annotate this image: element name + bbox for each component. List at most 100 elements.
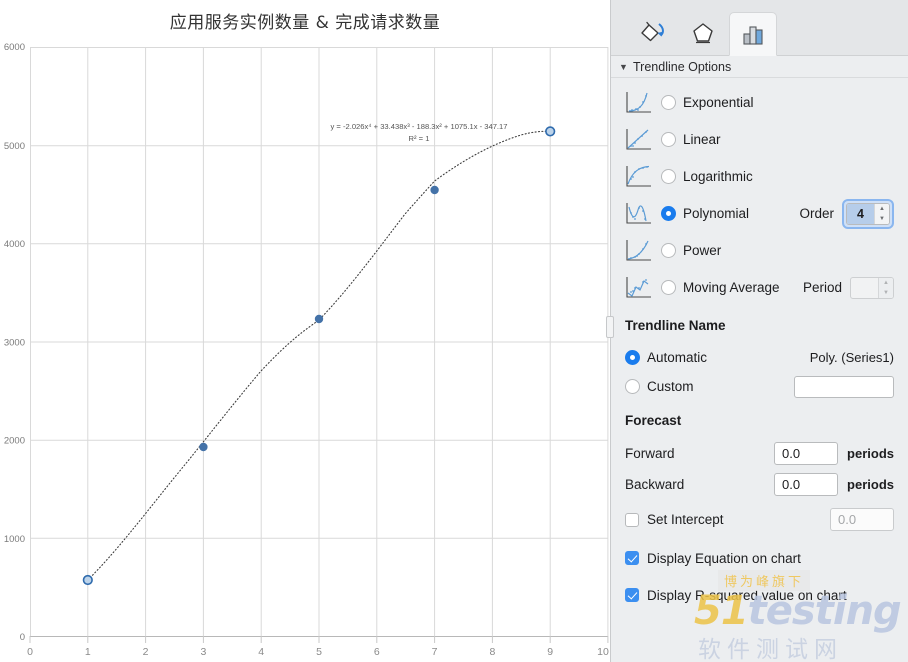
stepper-up-icon[interactable]: ▲: [883, 280, 889, 286]
radio-power[interactable]: [661, 243, 676, 258]
tab-effects[interactable]: [679, 11, 727, 55]
section-title: Trendline Options: [633, 59, 732, 74]
label-power: Power: [683, 243, 722, 258]
set-intercept-row: Set Intercept 0.0: [625, 504, 894, 535]
y-tick-label: 0: [20, 632, 25, 643]
set-intercept-label: Set Intercept: [647, 512, 724, 527]
display-rsquared-label: Display R-squared value on chart: [647, 587, 847, 603]
period-value[interactable]: [851, 278, 878, 298]
set-intercept-input[interactable]: 0.0: [830, 508, 894, 531]
moving-average-thumb-icon: [626, 277, 651, 298]
x-tick-label: 7: [432, 646, 438, 658]
radio-name-automatic[interactable]: [625, 350, 640, 365]
trendline-equation-label: y = -2.026x⁴ + 33.438x³ - 188.3x² + 1075…: [331, 122, 508, 131]
display-rsquared-row[interactable]: Display R-squared value on chart: [625, 580, 894, 610]
data-point: [430, 185, 439, 195]
linear-thumb-icon: [626, 129, 651, 150]
x-tick-label: 2: [143, 646, 149, 658]
checkbox-display-rsquared[interactable]: [625, 588, 639, 602]
trendline-option-power[interactable]: Power: [625, 232, 894, 269]
y-tick-label: 5000: [4, 141, 25, 152]
x-tick-label: 8: [489, 646, 495, 658]
trendline-option-linear[interactable]: Linear: [625, 121, 894, 158]
label-name-automatic: Automatic: [647, 350, 708, 365]
label-logarithmic: Logarithmic: [683, 169, 753, 184]
stepper-down-icon[interactable]: ▼: [879, 216, 885, 222]
radio-exponential[interactable]: [661, 95, 676, 110]
label-name-custom: Custom: [647, 379, 694, 394]
radio-logarithmic[interactable]: [661, 169, 676, 184]
forecast-title: Forecast: [625, 413, 682, 428]
data-point: [314, 314, 324, 324]
y-tick-label: 3000: [4, 338, 25, 349]
chevron-down-icon[interactable]: ▼: [619, 62, 633, 72]
forward-unit: periods: [847, 446, 894, 461]
checkbox-set-intercept[interactable]: [625, 512, 639, 527]
x-tick-label: 3: [200, 646, 206, 658]
tab-chart-options[interactable]: [729, 12, 777, 56]
trendline-name-automatic-row[interactable]: Automatic Poly. (Series1): [625, 343, 894, 372]
period-stepper-arrows[interactable]: ▲ ▼: [878, 277, 893, 298]
forward-input[interactable]: 0.0: [774, 442, 839, 465]
trendline-option-logarithmic[interactable]: Logarithmic: [625, 158, 894, 195]
order-stepper-arrows[interactable]: ▲ ▼: [874, 203, 889, 224]
forecast-forward-row: Forward 0.0 periods: [625, 438, 894, 469]
data-point: [199, 442, 208, 452]
chart-area: 应用服务实例数量 & 完成请求数量 6000 5000 4000 3000 20…: [0, 0, 610, 662]
y-tick-label: 4000: [4, 239, 25, 250]
display-equation-label: Display Equation on chart: [647, 550, 801, 566]
tab-fill-and-line[interactable]: [629, 11, 677, 55]
exponential-thumb-icon: [626, 92, 651, 113]
x-tick-label: 9: [547, 646, 553, 658]
stepper-up-icon[interactable]: ▲: [879, 206, 885, 212]
trendline-option-moving-average[interactable]: Moving Average Period ▲ ▼: [625, 269, 894, 306]
data-point: [82, 574, 93, 586]
radio-moving-average[interactable]: [661, 280, 676, 295]
radio-name-custom[interactable]: [625, 379, 640, 394]
trendline-rsquared-label: R² = 1: [409, 134, 430, 143]
backward-input[interactable]: 0.0: [774, 473, 839, 496]
chart-plot[interactable]: 6000 5000 4000 3000 2000 1000 0 0 1 2 3 …: [0, 0, 610, 662]
x-tick-label: 4: [258, 646, 264, 658]
backward-unit: periods: [847, 477, 894, 492]
x-tick-label: 0: [27, 646, 33, 658]
logarithmic-thumb-icon: [626, 165, 651, 187]
label-moving-average: Moving Average: [683, 280, 780, 295]
backward-label: Backward: [625, 477, 685, 492]
custom-name-input[interactable]: [794, 375, 894, 398]
label-linear: Linear: [683, 132, 721, 147]
label-exponential: Exponential: [683, 95, 754, 110]
data-point: [545, 126, 556, 137]
x-tick-label: 1: [85, 646, 91, 658]
polynomial-thumb-icon: [626, 203, 651, 224]
format-panel: ▼ Trendline Options Exponential Linear L…: [606, 0, 908, 662]
order-label: Order: [799, 206, 834, 221]
radio-polynomial[interactable]: [661, 206, 676, 221]
order-stepper-focus-ring: 4 ▲ ▼: [842, 198, 894, 229]
y-tick-label: 2000: [4, 436, 25, 447]
stepper-down-icon[interactable]: ▼: [883, 290, 889, 296]
radio-linear[interactable]: [661, 132, 676, 147]
period-stepper[interactable]: ▲ ▼: [850, 276, 894, 299]
panel-resize-handle[interactable]: [606, 316, 614, 338]
trendline-option-exponential[interactable]: Exponential: [625, 84, 894, 121]
power-thumb-icon: [626, 240, 651, 261]
trendline-name-title: Trendline Name: [625, 318, 726, 333]
trendline-name-custom-row[interactable]: Custom: [625, 372, 894, 401]
trendline-option-polynomial[interactable]: Polynomial Order 4 ▲ ▼: [625, 195, 894, 232]
forecast-backward-row: Backward 0.0 periods: [625, 469, 894, 500]
y-tick-label: 6000: [4, 42, 25, 53]
trendline-options-header[interactable]: ▼ Trendline Options: [611, 56, 908, 78]
bar-chart-icon: [743, 26, 763, 45]
pentagon-icon: [693, 23, 713, 44]
order-stepper[interactable]: 4 ▲ ▼: [846, 202, 890, 225]
y-tick-label: 1000: [4, 534, 25, 545]
forward-label: Forward: [625, 446, 675, 461]
checkbox-display-equation[interactable]: [625, 551, 639, 565]
x-tick-label: 5: [316, 646, 322, 658]
x-tick-label: 6: [374, 646, 380, 658]
order-value[interactable]: 4: [847, 203, 874, 224]
x-tick-marks: [29, 636, 609, 643]
display-equation-row[interactable]: Display Equation on chart: [625, 543, 894, 573]
label-polynomial: Polynomial: [683, 206, 750, 221]
